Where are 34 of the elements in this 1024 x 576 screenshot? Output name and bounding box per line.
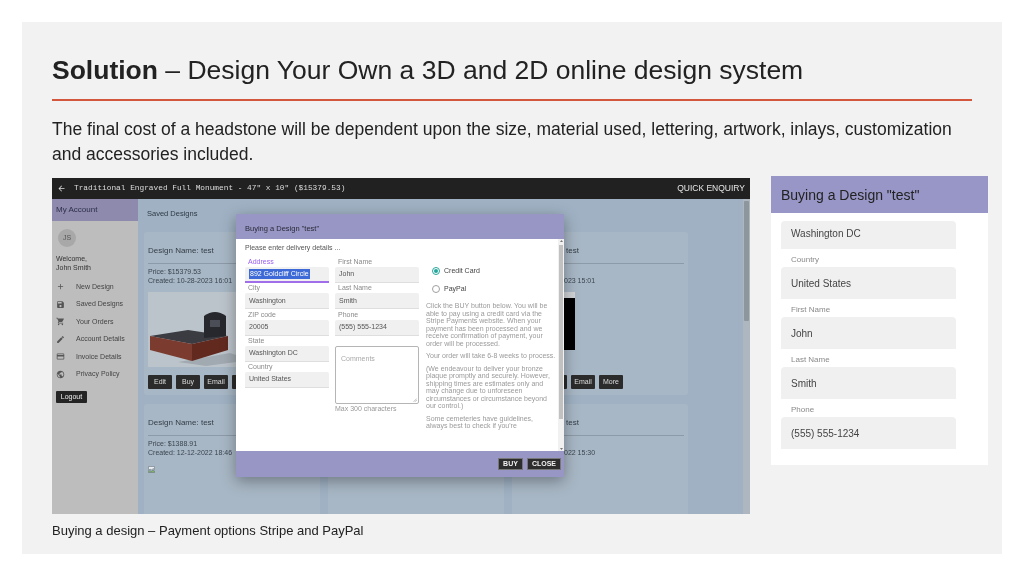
sidebar-title: My Account — [56, 205, 98, 215]
slide-title: Solution – Design Your Own a 3D and 2D online design system — [52, 54, 804, 87]
scrollbar-thumb[interactable] — [744, 201, 749, 321]
scrollbar[interactable] — [743, 199, 750, 514]
input-field[interactable]: John — [781, 317, 956, 349]
photo-placeholder — [564, 292, 575, 350]
caption: Buying a design – Payment options Stripe and PayPal — [52, 523, 364, 539]
design-name: Design Name: test — [148, 418, 214, 428]
radio-icon[interactable] — [432, 267, 440, 275]
input-field[interactable]: Washington DC — [781, 221, 956, 249]
radio-icon[interactable] — [432, 285, 440, 293]
design-name: test — [566, 246, 579, 256]
design-name: Design Name: test — [148, 246, 214, 256]
resize-handle-icon[interactable] — [413, 397, 417, 402]
field-label: Country — [790, 255, 819, 265]
back-arrow-icon[interactable] — [57, 184, 66, 193]
field-label: Last Name — [790, 355, 830, 365]
input-field[interactable]: United States — [781, 267, 956, 299]
cart-icon — [56, 317, 65, 327]
input-field[interactable]: Smith — [781, 367, 956, 399]
design-name: test — [566, 418, 579, 428]
credit-card-icon — [56, 352, 65, 362]
description-text: The final cost of a headstone will be dependent upon the size, material used, lettering, artwork, inlays, customization and accessories included. — [52, 118, 953, 166]
panel-title: Buying a Design "test" — [781, 185, 920, 204]
quick-enquiry-button[interactable]: QUICK ENQUIRY — [677, 182, 745, 195]
pencil-icon — [56, 334, 65, 344]
broken-image-icon — [148, 466, 155, 473]
plus-icon — [56, 282, 65, 292]
globe-icon — [56, 369, 65, 379]
input-field[interactable]: (555) 555-1234 — [781, 417, 956, 449]
field-label: First Name — [790, 305, 831, 315]
scrollbar[interactable] — [558, 239, 564, 451]
field-label: Phone — [790, 405, 815, 415]
scrollbar-thumb[interactable] — [559, 245, 563, 419]
